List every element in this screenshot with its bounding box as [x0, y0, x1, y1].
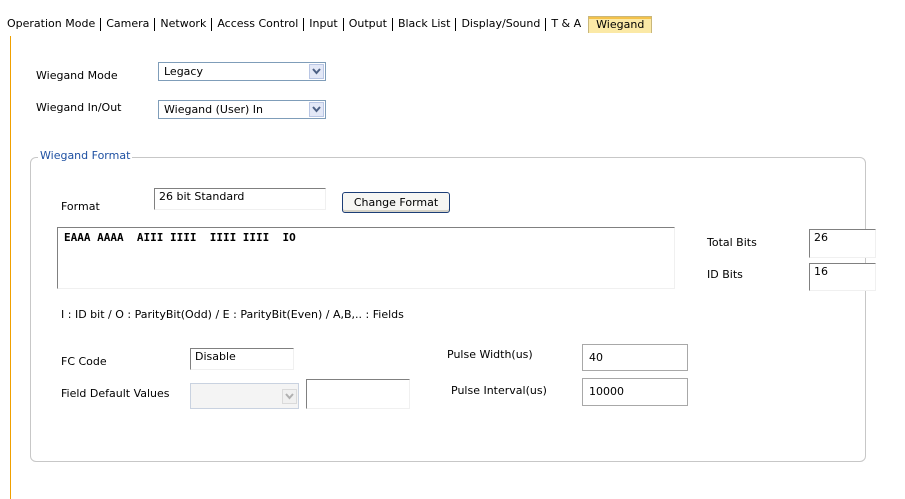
tab-strip: Operation Mode Camera Network Access Con…	[2, 15, 653, 33]
format-legend-text: I : ID bit / O : ParityBit(Odd) / E : Pa…	[61, 308, 404, 321]
change-format-button[interactable]: Change Format	[342, 192, 450, 213]
chevron-down-icon[interactable]	[309, 102, 324, 117]
tab-access-control[interactable]: Access Control	[212, 17, 303, 31]
chevron-down-icon[interactable]	[282, 389, 297, 404]
format-pattern-text: EAAA AAAA AIII IIII IIII IIII IO	[64, 231, 296, 244]
tab-network[interactable]: Network	[155, 17, 211, 31]
pulse-width-field[interactable]: 40	[582, 344, 688, 371]
tab-camera[interactable]: Camera	[101, 17, 154, 31]
tab-black-list[interactable]: Black List	[393, 17, 456, 31]
tab-wiegand[interactable]: Wiegand	[588, 15, 653, 33]
field-default-label: Field Default Values	[61, 387, 170, 400]
chevron-down-icon[interactable]	[309, 64, 324, 79]
id-bits-label: ID Bits	[707, 268, 743, 281]
field-default-text[interactable]	[306, 379, 410, 409]
pulse-width-label: Pulse Width(us)	[447, 348, 533, 361]
wiegand-mode-value: Legacy	[164, 65, 203, 78]
tab-display-sound[interactable]: Display/Sound	[456, 17, 545, 31]
tab-operation-mode[interactable]: Operation Mode	[2, 17, 100, 31]
wiegand-mode-label: Wiegand Mode	[36, 69, 118, 82]
total-bits-field[interactable]: 26	[809, 229, 876, 258]
wiegand-mode-select[interactable]: Legacy	[158, 62, 326, 81]
wiegand-inout-select[interactable]: Wiegand (User) In	[158, 100, 326, 119]
wiegand-format-legend: Wiegand Format	[38, 149, 133, 162]
total-bits-label: Total Bits	[707, 236, 757, 249]
tab-input[interactable]: Input	[304, 17, 342, 31]
wiegand-inout-value: Wiegand (User) In	[164, 103, 263, 116]
format-label: Format	[61, 200, 100, 213]
id-bits-field[interactable]: 16	[809, 263, 876, 291]
tab-bar: Operation Mode Camera Network Access Con…	[0, 0, 905, 33]
tab-t-and-a[interactable]: T & A	[546, 17, 586, 31]
fc-code-field[interactable]: Disable	[190, 348, 294, 370]
tab-output[interactable]: Output	[344, 17, 392, 31]
field-default-select[interactable]	[190, 383, 299, 409]
wiegand-inout-label: Wiegand In/Out	[36, 101, 122, 114]
fc-code-label: FC Code	[61, 355, 107, 368]
pulse-interval-label: Pulse Interval(us)	[451, 384, 547, 397]
format-field[interactable]: 26 bit Standard	[154, 188, 326, 210]
pulse-interval-field[interactable]: 10000	[582, 378, 688, 406]
